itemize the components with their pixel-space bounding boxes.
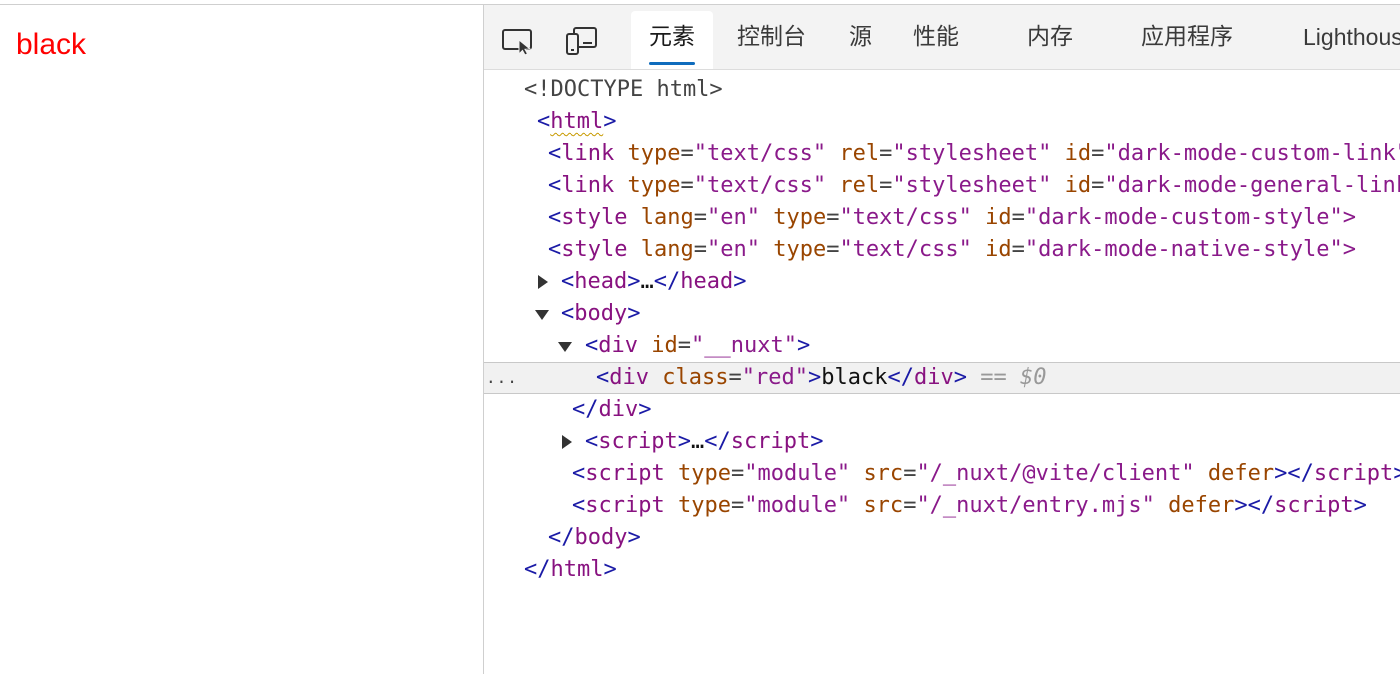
collapse-arrow-icon[interactable] [558,342,572,352]
inspect-element-icon[interactable] [500,25,536,57]
div-close-tag: </div> [572,397,652,422]
tab-performance[interactable]: 性能 [913,5,959,69]
tree-line-style-2[interactable]: <style lang="en" type="text/css" id="dar… [484,234,1400,266]
collapse-arrow-icon[interactable] [535,310,549,320]
tab-elements[interactable]: 元素 [631,11,713,69]
tree-line-doctype[interactable]: <!DOCTYPE html> [484,74,1400,106]
tree-line-link-1[interactable]: <link type="text/css" rel="stylesheet" i… [484,138,1400,170]
tree-line-style-1[interactable]: <style lang="en" type="text/css" id="dar… [484,202,1400,234]
tree-line-link-2[interactable]: <link type="text/css" rel="stylesheet" i… [484,170,1400,202]
tree-line-html[interactable]: <html> [484,106,1400,138]
tree-line-body[interactable]: <body> [484,298,1400,330]
tab-lighthouse[interactable]: Lighthouse [1303,5,1400,69]
page-viewport: black [0,5,483,674]
tree-line-selected[interactable]: ... <div class="red">black</div> == $0 [484,362,1400,394]
script-node: <script type="module" src="/_nuxt/entry.… [572,493,1367,518]
link-node: <link type="text/css" rel="stylesheet" i… [548,141,1400,166]
style-node: <style lang="en" type="text/css" id="dar… [548,205,1357,230]
tab-console[interactable]: 控制台 [737,5,806,69]
selected-div-node: <div class="red">black</div> == $0 [596,365,1047,390]
expand-arrow-icon[interactable] [538,275,548,289]
tree-line-html-close[interactable]: </html> [484,554,1400,586]
expand-arrow-icon[interactable] [562,435,572,449]
tree-line-script-collapsed[interactable]: <script>…</script> [484,426,1400,458]
tab-application[interactable]: 应用程序 [1141,5,1233,69]
script-node: <script>…</script> [585,429,824,454]
body-open-tag: <body> [561,301,641,326]
tree-line-div-nuxt[interactable]: <div id="__nuxt"> [484,330,1400,362]
head-node: <head>…</head> [561,269,747,294]
devtools-panel: 元素 控制台 源 性能 内存 应用程序 Lighthouse <!DOCTYPE… [484,5,1400,674]
style-node: <style lang="en" type="text/css" id="dar… [548,237,1357,262]
active-tab-indicator [649,62,695,65]
script-node: <script type="module" src="/_nuxt/@vite/… [572,461,1400,486]
tree-line-body-close[interactable]: </body> [484,522,1400,554]
body-close-tag: </body> [548,525,641,550]
link-node: <link type="text/css" rel="stylesheet" i… [548,173,1400,198]
tree-line-div-close[interactable]: </div> [484,394,1400,426]
window: black 元素 控制台 源 性能 内存 应用程序 Lighthous <!DO… [0,0,1400,674]
tab-memory[interactable]: 内存 [1027,5,1073,69]
tree-line-script-entry[interactable]: <script type="module" src="/_nuxt/entry.… [484,490,1400,522]
node-actions-gutter[interactable]: ... [486,363,518,393]
doctype-node: <!DOCTYPE html> [524,77,723,102]
html-open-tag: <html> [537,109,617,134]
devtools-toolbar: 元素 控制台 源 性能 内存 应用程序 Lighthouse [484,5,1400,70]
device-emulation-icon[interactable] [564,25,600,57]
tab-elements-label: 元素 [649,24,695,50]
html-close-tag: </html> [524,557,617,582]
div-nuxt-node: <div id="__nuxt"> [585,333,811,358]
tab-sources[interactable]: 源 [849,5,872,69]
tree-line-script-vite[interactable]: <script type="module" src="/_nuxt/@vite/… [484,458,1400,490]
tree-line-head[interactable]: <head>…</head> [484,266,1400,298]
page-red-text: black [16,28,87,61]
